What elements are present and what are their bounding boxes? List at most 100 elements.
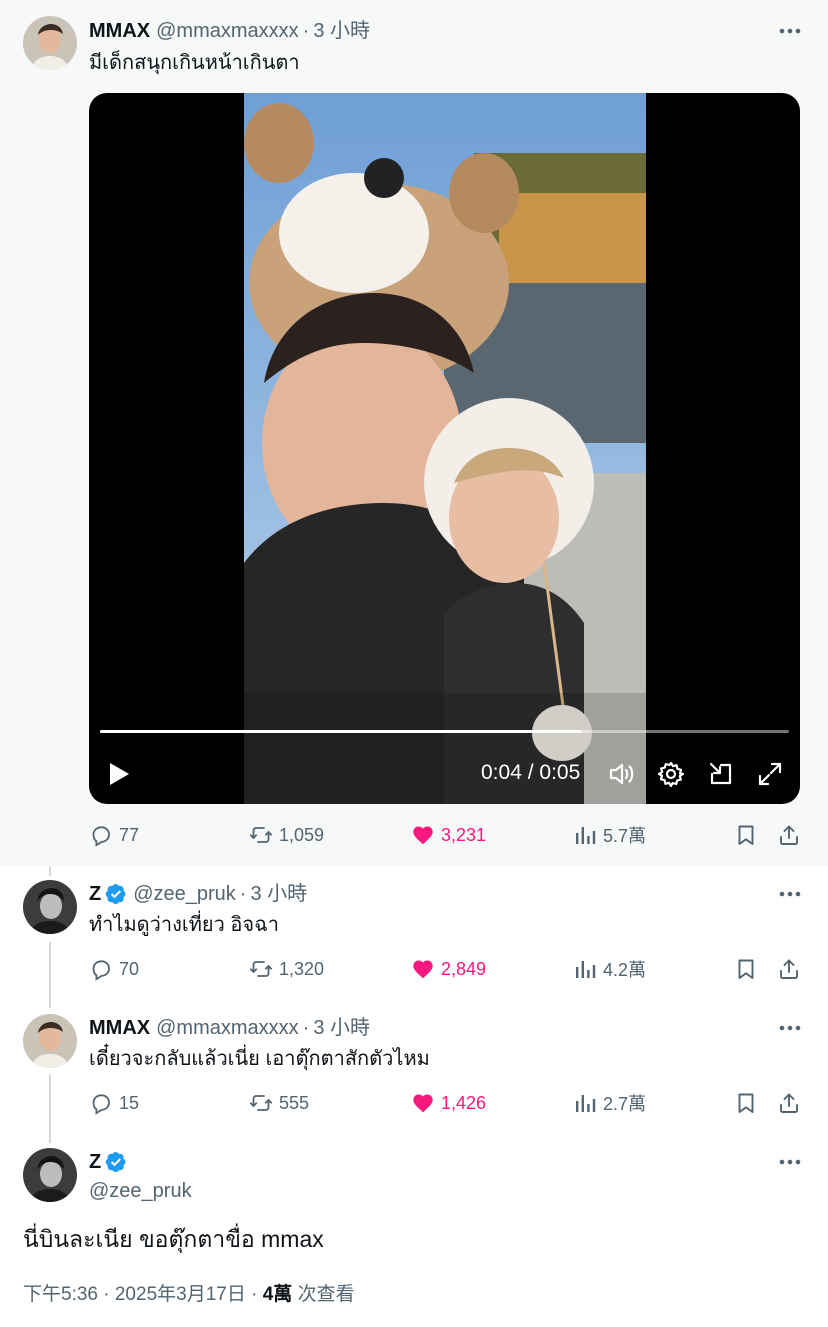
video-timecode: 0:04 / 0:05 [481,761,580,785]
tweet-mmax-video[interactable]: MMAX @mmaxmaxxxx · 3 小時 มีเด็กสนุกเกินหน… [0,0,828,866]
verified-badge-icon [105,1151,127,1173]
views-button[interactable]: 5.7萬 [573,820,646,850]
display-name[interactable]: Z [89,1150,101,1174]
video-duration: 0:05 [539,761,581,784]
share-icon [777,957,801,981]
more-options-icon[interactable] [778,882,802,906]
bookmark-button[interactable] [734,820,758,850]
like-count: 1,426 [441,1092,487,1113]
like-button[interactable]: 3,231 [411,820,486,850]
repost-icon [249,957,273,981]
tweet-text: มีเด็กสนุกเกินหน้าเกินตา [89,52,300,74]
tweet-header: Z [89,1150,127,1174]
user-handle[interactable]: @zee_pruk [133,882,236,906]
repost-count: 1,059 [279,824,325,845]
video-frame[interactable] [244,93,646,804]
settings-icon[interactable] [657,760,685,788]
separator-dot: · [239,883,247,905]
views-icon [573,823,597,847]
timestamp[interactable]: 3 小時 [313,1016,370,1040]
tweet-header: Z @zee_pruk · 3 小時 [89,882,307,906]
tweet-actions: 70 1,320 2,849 4.2萬 [89,954,805,984]
views-count: 4萬 [262,1284,293,1305]
share-button[interactable] [777,954,801,984]
more-options-icon[interactable] [778,1016,802,1040]
tweet-handle-row: @zee_pruk [89,1179,192,1203]
heart-icon [411,823,435,847]
display-name[interactable]: MMAX [89,1016,150,1040]
avatar[interactable] [23,16,77,70]
views-button[interactable]: 2.7萬 [573,1088,646,1118]
more-options-icon[interactable] [778,19,802,43]
like-button[interactable]: 2,849 [411,954,486,984]
reply-button[interactable]: 70 [89,954,139,984]
reply-count: 77 [119,824,140,845]
views-icon [573,1091,597,1115]
tweet-header: MMAX @mmaxmaxxxx · 3 小時 [89,19,370,43]
repost-button[interactable]: 555 [249,1088,309,1118]
reply-count: 70 [119,958,140,979]
minimize-icon[interactable] [707,760,735,788]
user-handle[interactable]: @mmaxmaxxxx [156,19,299,43]
bookmark-icon [734,1091,758,1115]
tweet-actions: 77 1,059 3,231 5.7萬 [89,820,805,850]
bookmark-button[interactable] [734,1088,758,1118]
repost-count: 1,320 [279,958,325,979]
views-icon [573,957,597,981]
like-count: 3,231 [441,824,487,845]
video-current-time: 0:04 [481,761,522,784]
tweet-text: นี่บินละเนีย ขอตุ๊กตาขื่อ mmax [23,1226,324,1252]
verified-badge-icon [105,883,127,905]
repost-icon [249,823,273,847]
tweet-meta: 下午5:36 · 2025年3月17日 · 4萬 次查看 [23,1279,355,1306]
video-time-separator: / [527,761,534,784]
views-button[interactable]: 4.2萬 [573,954,646,984]
reply-button[interactable]: 77 [89,820,139,850]
display-name[interactable]: Z [89,882,101,906]
tweet-actions: 15 555 1,426 2.7萬 [89,1088,805,1118]
bookmark-icon [734,957,758,981]
like-button[interactable]: 1,426 [411,1088,486,1118]
avatar[interactable] [23,880,77,934]
repost-count: 555 [279,1092,310,1113]
heart-icon [411,957,435,981]
share-button[interactable] [777,1088,801,1118]
avatar[interactable] [23,1014,77,1068]
views-label: 次查看 [297,1284,355,1305]
video-progress-fill [100,730,583,733]
video-progress-bar[interactable] [100,730,789,733]
reply-button[interactable]: 15 [89,1088,139,1118]
fullscreen-icon[interactable] [756,760,784,788]
timestamp[interactable]: 3 小時 [313,19,370,43]
repost-button[interactable]: 1,320 [249,954,324,984]
tweet-text: ทำไมดูว่างเที่ยว อิจฉา [89,914,279,936]
tweet-timestamp[interactable]: 下午5:36 · 2025年3月17日 · [23,1284,257,1305]
user-handle[interactable]: @zee_pruk [89,1179,192,1203]
tweet-text: เดี๋ยวจะกลับแล้วเนี่ย เอาตุ๊กตาสักตัวไหม [89,1048,430,1070]
reply-icon [89,823,113,847]
tweet-mmax-reply[interactable]: MMAX @mmaxmaxxxx · 3 小時 เดี๋ยวจะกลับแล้ว… [0,1000,828,1134]
views-count: 2.7萬 [603,1094,647,1114]
timestamp[interactable]: 3 小時 [250,882,307,906]
more-options-icon[interactable] [778,1150,802,1174]
reply-count: 15 [119,1092,140,1113]
views-count: 5.7萬 [603,826,647,846]
share-icon [777,1091,801,1115]
separator-dot: · [302,20,310,42]
volume-icon[interactable] [608,760,636,788]
tweet-header: MMAX @mmaxmaxxxx · 3 小時 [89,1016,370,1040]
reply-icon [89,1091,113,1115]
user-handle[interactable]: @mmaxmaxxxx [156,1016,299,1040]
video-player[interactable]: 0:04 / 0:05 [89,93,800,804]
repost-button[interactable]: 1,059 [249,820,324,850]
bookmark-button[interactable] [734,954,758,984]
heart-icon [411,1091,435,1115]
share-icon [777,823,801,847]
repost-icon [249,1091,273,1115]
avatar[interactable] [23,1148,77,1202]
play-icon[interactable] [107,761,131,787]
tweet-z-reply[interactable]: Z @zee_pruk · 3 小時 ทำไมดูว่างเที่ยว อิจฉ… [0,866,828,1000]
display-name[interactable]: MMAX [89,19,150,43]
share-button[interactable] [777,820,801,850]
bookmark-icon [734,823,758,847]
